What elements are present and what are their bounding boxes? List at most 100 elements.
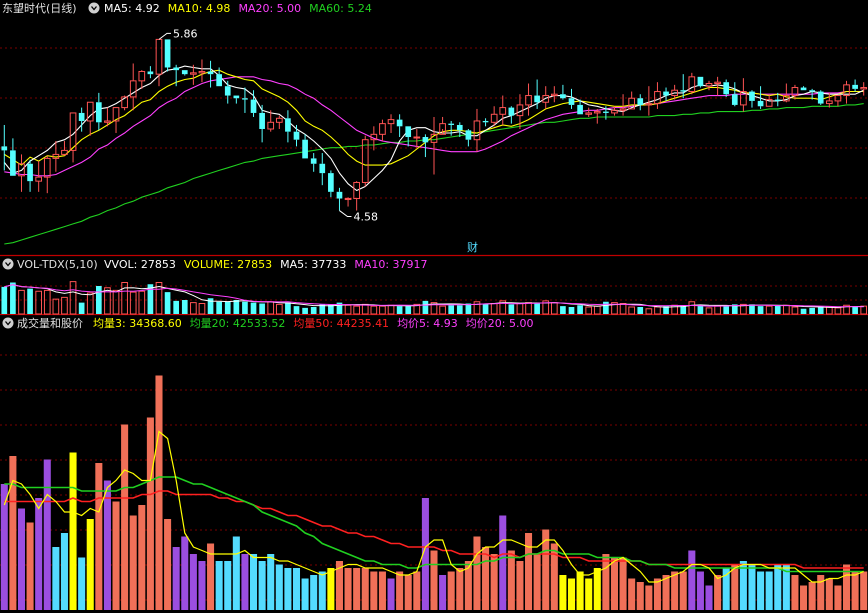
indicator-bar	[310, 575, 318, 610]
volume-legend: VVOL: 27853 VOLUME: 27853 MA5: 37733 MA10: …	[104, 258, 428, 271]
indicator-bar	[851, 571, 859, 610]
indicator-bar	[757, 571, 765, 610]
indicator-bar	[224, 561, 232, 610]
volume-bar	[293, 306, 300, 314]
volume-bar	[568, 307, 575, 314]
volume-bar	[723, 306, 730, 314]
indicator-bar	[78, 557, 86, 610]
indicator-bar	[533, 554, 541, 610]
candle-body	[723, 82, 730, 95]
indicator-bar	[653, 578, 661, 610]
candle	[817, 90, 824, 105]
volume-bar	[757, 306, 764, 314]
indicator-bar	[439, 575, 447, 610]
indicator-bar	[731, 564, 739, 610]
candle-body	[207, 71, 214, 75]
volume-bar	[216, 301, 222, 314]
volume-bar	[422, 300, 429, 314]
volume-bar	[482, 303, 489, 314]
candle-body	[637, 98, 644, 105]
indicator-bar	[507, 550, 515, 610]
price-legend-item: MA60: 5.24	[309, 2, 372, 15]
volume-bar	[396, 306, 403, 314]
indicator-settings-icon[interactable]	[2, 317, 14, 329]
indicator-bar	[26, 522, 34, 610]
indicator-bar	[559, 575, 567, 610]
indicator-bar	[129, 515, 137, 610]
indicator-bar	[103, 480, 111, 610]
candle-body	[95, 102, 102, 123]
volume-bar	[233, 300, 240, 314]
indicator-bar	[35, 498, 43, 610]
volume-bar	[697, 305, 704, 314]
indicator-bar	[52, 547, 60, 610]
candle-body	[731, 94, 738, 105]
indicator-bar	[576, 571, 584, 610]
price-panel-title: 东望时代(日线)	[2, 1, 77, 15]
price-settings-icon[interactable]	[88, 2, 100, 14]
candle	[164, 39, 171, 72]
volume-bar	[774, 305, 781, 314]
indicator-bar	[181, 536, 189, 610]
candle	[697, 76, 704, 88]
volume-bar	[448, 305, 455, 314]
candle-body	[817, 91, 824, 104]
indicator-bar	[396, 571, 404, 610]
candle-body	[757, 100, 764, 107]
indicator-bar	[198, 561, 206, 610]
volume-bar	[78, 302, 85, 314]
indicator-bar	[121, 424, 129, 610]
indicator-bar	[567, 578, 576, 610]
indicator-bar	[413, 571, 421, 610]
candle-body	[285, 118, 291, 132]
indicator-bar	[834, 585, 842, 610]
candle-body	[448, 123, 455, 125]
candle-body	[663, 91, 669, 96]
indicator-bar	[387, 578, 395, 610]
finance-marker[interactable]: 财	[467, 240, 478, 254]
candle-body	[508, 107, 515, 116]
indicator-bar	[327, 568, 335, 610]
candle-body	[603, 111, 609, 113]
indicator-legend-item: 均价20: 5.00	[466, 317, 534, 330]
indicator-bar	[525, 533, 533, 610]
volume-bar	[560, 306, 566, 314]
indicator-legend: 均量3: 34368.60 均量20: 42533.52 均量50: 44235.4…	[93, 317, 533, 330]
candle-body	[456, 124, 463, 131]
indicator-panel-title: 成交量和股价	[17, 316, 83, 330]
indicator-bar	[662, 575, 670, 610]
volume-legend-item: MA10: 37917	[354, 258, 427, 271]
candle-body	[482, 120, 489, 123]
indicator-bar	[482, 547, 490, 610]
volume-bar	[27, 288, 33, 314]
price-legend: MA5: 4.92 MA10: 4.98 MA20: 5.00 MA60: 5.24	[104, 2, 372, 15]
price-high-annotation: 5.86	[173, 27, 198, 40]
volume-bar	[302, 307, 308, 314]
volume-legend-item: MA5: 37733	[280, 258, 346, 271]
candle-body	[328, 173, 334, 192]
volume-settings-icon[interactable]	[2, 258, 14, 270]
candle-body	[302, 139, 308, 159]
indicator-bar	[370, 571, 378, 610]
indicator-bar	[172, 547, 180, 610]
indicator-bar	[69, 452, 77, 610]
volume-bar	[637, 307, 644, 314]
indicator-bar	[585, 578, 593, 610]
volume-bar	[310, 307, 317, 314]
indicator-bar	[714, 575, 722, 610]
candle-body	[173, 67, 180, 71]
volume-bar	[680, 306, 687, 314]
indicator-bar	[361, 568, 369, 610]
indicator-bar	[146, 417, 154, 610]
volume-legend-item: VOLUME: 27853	[184, 258, 272, 271]
candle-body	[534, 95, 540, 103]
indicator-bar	[86, 519, 94, 610]
indicator-bar	[430, 550, 438, 610]
indicator-bar	[808, 582, 816, 610]
indicator-panel-header: 成交量和股价 均量3: 34368.60 均量20: 42533.52 均量50: …	[0, 316, 533, 330]
candle-body	[336, 191, 343, 199]
indicator-bar	[318, 571, 326, 610]
candle-body	[1, 146, 8, 151]
indicator-bar	[825, 578, 833, 610]
candle-body	[78, 112, 85, 121]
